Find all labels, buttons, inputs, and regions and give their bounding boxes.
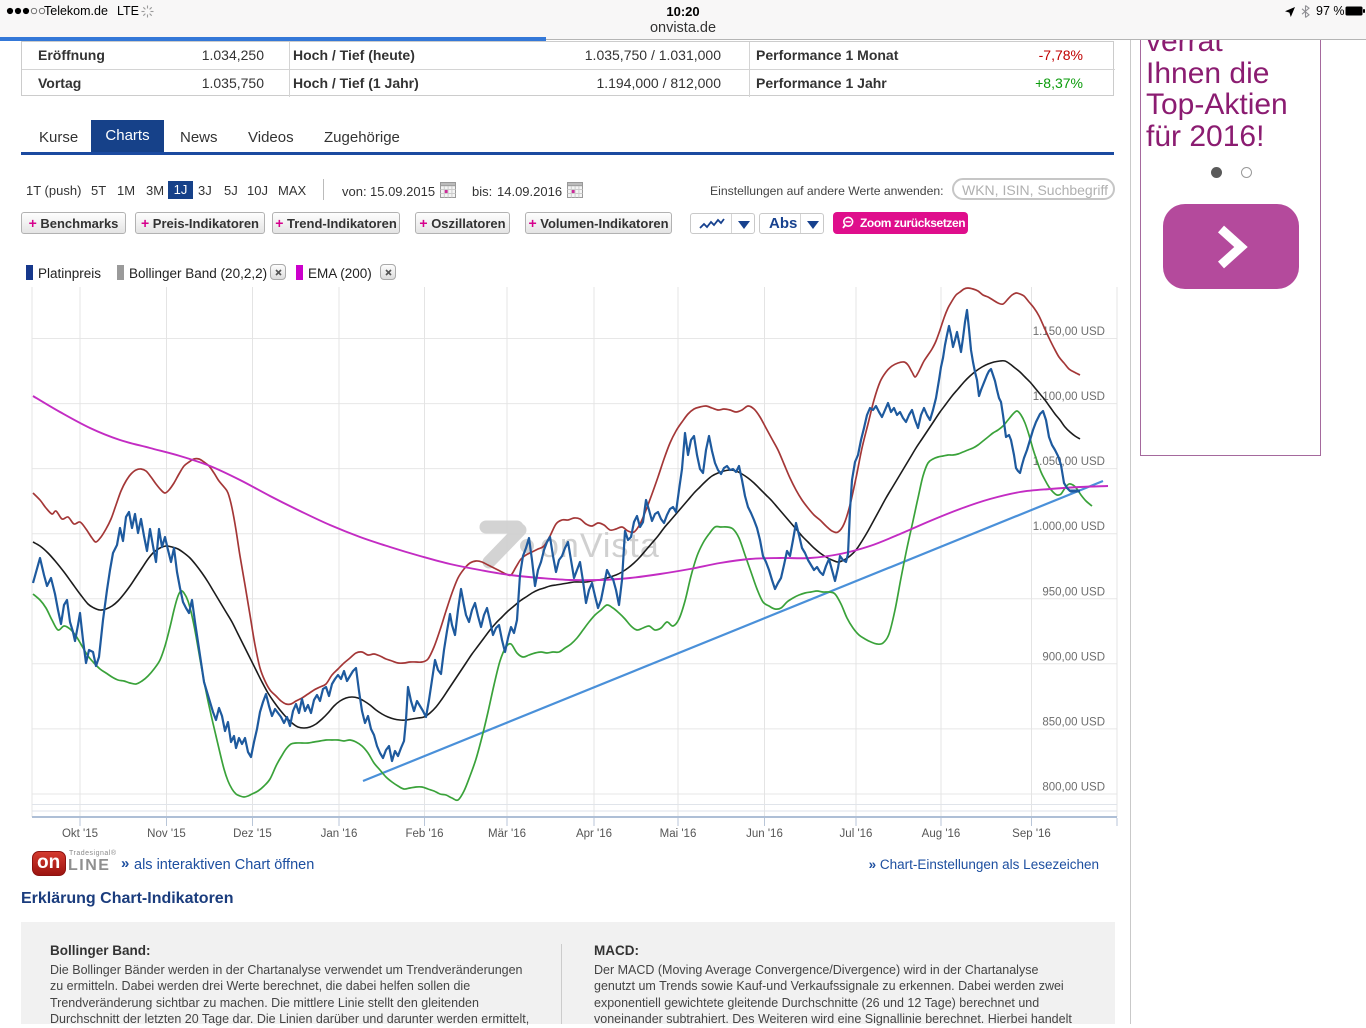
- svg-text:Jul '16: Jul '16: [840, 828, 873, 840]
- svg-text:Apr '16: Apr '16: [576, 828, 612, 840]
- svg-text:Nov '15: Nov '15: [147, 828, 186, 840]
- svg-text:Aug '16: Aug '16: [922, 828, 961, 840]
- svg-text:Feb '16: Feb '16: [406, 828, 444, 840]
- svg-text:Jan '16: Jan '16: [321, 828, 358, 840]
- svg-text:Jun '16: Jun '16: [746, 828, 783, 840]
- svg-text:Mai '16: Mai '16: [660, 828, 697, 840]
- svg-text:Okt '15: Okt '15: [62, 828, 98, 840]
- svg-text:800,00 USD: 800,00 USD: [1042, 782, 1105, 794]
- svg-text:850,00 USD: 850,00 USD: [1042, 716, 1105, 728]
- svg-text:Mär '16: Mär '16: [488, 828, 526, 840]
- svg-text:1.050,00 USD: 1.050,00 USD: [1033, 456, 1105, 468]
- svg-text:Dez '15: Dez '15: [233, 828, 272, 840]
- svg-text:Sep '16: Sep '16: [1012, 828, 1051, 840]
- svg-text:onVista: onVista: [540, 527, 660, 565]
- svg-text:1.000,00 USD: 1.000,00 USD: [1033, 521, 1105, 533]
- svg-text:950,00 USD: 950,00 USD: [1042, 586, 1105, 598]
- svg-text:900,00 USD: 900,00 USD: [1042, 651, 1105, 663]
